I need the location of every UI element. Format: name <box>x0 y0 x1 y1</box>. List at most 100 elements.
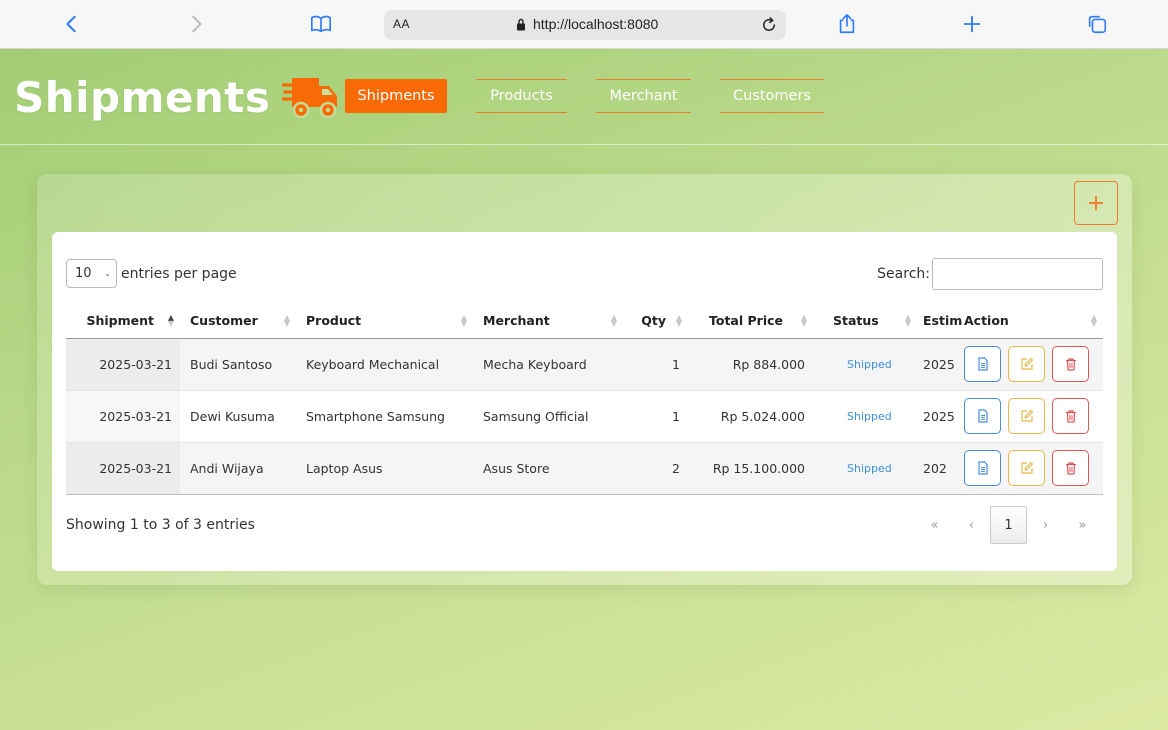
truck-icon <box>282 78 338 119</box>
edit-button[interactable] <box>1008 398 1045 434</box>
next-page-button[interactable]: › <box>1027 506 1064 544</box>
per-page-select[interactable]: 10 ⌄ <box>66 259 117 288</box>
trash-icon <box>1065 410 1076 423</box>
new-tab-icon[interactable] <box>958 10 986 38</box>
sort-icon: ▲ ▼ <box>800 313 807 328</box>
sort-icon: ▲ ▼ <box>460 313 467 328</box>
status-badge: Shipped <box>813 442 917 495</box>
cell-merchant: Samsung Official <box>473 390 623 443</box>
reload-icon[interactable] <box>760 16 778 34</box>
cell-customer: Budi Santoso <box>180 338 296 391</box>
edit-icon <box>1020 409 1033 422</box>
prev-page-button[interactable]: ‹ <box>953 506 990 544</box>
page-title: Shipments <box>14 72 271 122</box>
edit-button[interactable] <box>1008 450 1045 486</box>
cell-total-price: Rp 884.000 <box>688 338 813 391</box>
browser-toolbar: AA http://localhost:8080 <box>0 0 1168 49</box>
nav-merchant[interactable]: Merchant <box>596 79 691 113</box>
col-label: Shipment <box>86 313 154 329</box>
search-label: Search: <box>877 266 930 282</box>
cell-qty: 1 <box>623 338 688 391</box>
table-card: 10 ⌄ entries per page Search: Shipment ▲ ▼… <box>52 232 1117 571</box>
sort-icon: ▲ ▼ <box>1090 313 1097 328</box>
cell-product: Laptop Asus <box>296 442 473 495</box>
view-button[interactable] <box>964 398 1001 434</box>
view-button[interactable] <box>964 450 1001 486</box>
share-icon[interactable] <box>833 10 861 38</box>
col-label: Estim <box>923 313 962 329</box>
back-icon[interactable] <box>58 10 86 38</box>
first-page-button[interactable]: « <box>916 506 953 544</box>
pagination: « ‹ 1 › » <box>916 506 1101 544</box>
nav-shipments[interactable]: Shipments <box>345 79 447 113</box>
col-label: Total Price <box>709 313 783 329</box>
col-action[interactable]: Action ▲ ▼ <box>962 304 1103 339</box>
cell-qty: 1 <box>623 390 688 443</box>
nav-customers[interactable]: Customers <box>720 79 824 113</box>
cell-shipment: 2025-03-21 <box>66 390 180 443</box>
table-row: 2025-03-21 Andi Wijaya Laptop Asus Asus … <box>66 442 1103 495</box>
cell-total-price: Rp 15.100.000 <box>688 442 813 495</box>
cell-product: Keyboard Mechanical <box>296 338 473 391</box>
per-page-value: 10 <box>75 266 92 281</box>
cell-estimated: 202 <box>917 442 962 495</box>
col-product[interactable]: Product ▲ ▼ <box>296 304 473 339</box>
add-shipment-button[interactable]: + <box>1074 181 1118 225</box>
col-estimated[interactable]: Estim <box>917 304 962 339</box>
cell-qty: 2 <box>623 442 688 495</box>
table-info: Showing 1 to 3 of 3 entries <box>66 517 255 533</box>
col-customer[interactable]: Customer ▲ ▼ <box>180 304 296 339</box>
table-row: 2025-03-21 Dewi Kusuma Smartphone Samsun… <box>66 390 1103 443</box>
col-qty[interactable]: Qty ▲ ▼ <box>623 304 688 339</box>
entries-per-page: 10 ⌄ entries per page <box>66 259 237 288</box>
document-icon <box>977 409 988 423</box>
shipments-table: Shipment ▲ ▼ Customer ▲ ▼ Product ▲ ▼ Merchant… <box>66 304 1103 495</box>
bookmarks-icon[interactable] <box>307 10 335 38</box>
page-1-button[interactable]: 1 <box>990 506 1027 544</box>
cell-shipment: 2025-03-21 <box>66 442 180 495</box>
cell-merchant: Asus Store <box>473 442 623 495</box>
address-bar[interactable]: AA http://localhost:8080 <box>384 10 786 40</box>
sort-icon: ▲ ▼ <box>283 313 290 328</box>
cell-actions <box>962 390 1103 443</box>
url-text: http://localhost:8080 <box>533 16 659 32</box>
col-label: Product <box>306 313 362 329</box>
table-row: 2025-03-21 Budi Santoso Keyboard Mechani… <box>66 338 1103 391</box>
col-total-price[interactable]: Total Price ▲ ▼ <box>688 304 813 339</box>
col-label: Merchant <box>483 313 550 329</box>
col-status[interactable]: Status ▲ ▼ <box>813 304 917 339</box>
sort-asc-icon: ▲ ▼ <box>167 313 174 328</box>
delete-button[interactable] <box>1052 450 1089 486</box>
col-label: Customer <box>190 313 258 329</box>
lock-icon <box>517 18 525 31</box>
search-input[interactable] <box>932 258 1103 290</box>
nav-products[interactable]: Products <box>476 79 567 113</box>
table-header-row: Shipment ▲ ▼ Customer ▲ ▼ Product ▲ ▼ Merchant… <box>66 304 1103 339</box>
last-page-button[interactable]: » <box>1064 506 1101 544</box>
cell-product: Smartphone Samsung <box>296 390 473 443</box>
text-size-button[interactable]: AA <box>393 17 410 31</box>
header-divider <box>0 144 1168 145</box>
sort-icon: ▲ ▼ <box>610 313 617 328</box>
status-badge: Shipped <box>813 338 917 391</box>
forward-icon[interactable] <box>182 10 210 38</box>
edit-button[interactable] <box>1008 346 1045 382</box>
view-button[interactable] <box>964 346 1001 382</box>
delete-button[interactable] <box>1052 398 1089 434</box>
col-merchant[interactable]: Merchant ▲ ▼ <box>473 304 623 339</box>
document-icon <box>977 461 988 475</box>
col-shipment[interactable]: Shipment ▲ ▼ <box>66 304 180 339</box>
cell-shipment: 2025-03-21 <box>66 338 180 391</box>
cell-merchant: Mecha Keyboard <box>473 338 623 391</box>
col-label: Status <box>833 313 879 329</box>
status-badge: Shipped <box>813 390 917 443</box>
cell-estimated: 2025 <box>917 338 962 391</box>
delete-button[interactable] <box>1052 346 1089 382</box>
document-icon <box>977 357 988 371</box>
search: Search: <box>877 258 1103 290</box>
per-page-label: entries per page <box>121 265 237 282</box>
tabs-overview-icon[interactable] <box>1083 10 1111 38</box>
chevron-down-icon: ⌄ <box>104 269 111 278</box>
edit-icon <box>1020 357 1033 370</box>
col-label: Qty <box>641 313 666 329</box>
